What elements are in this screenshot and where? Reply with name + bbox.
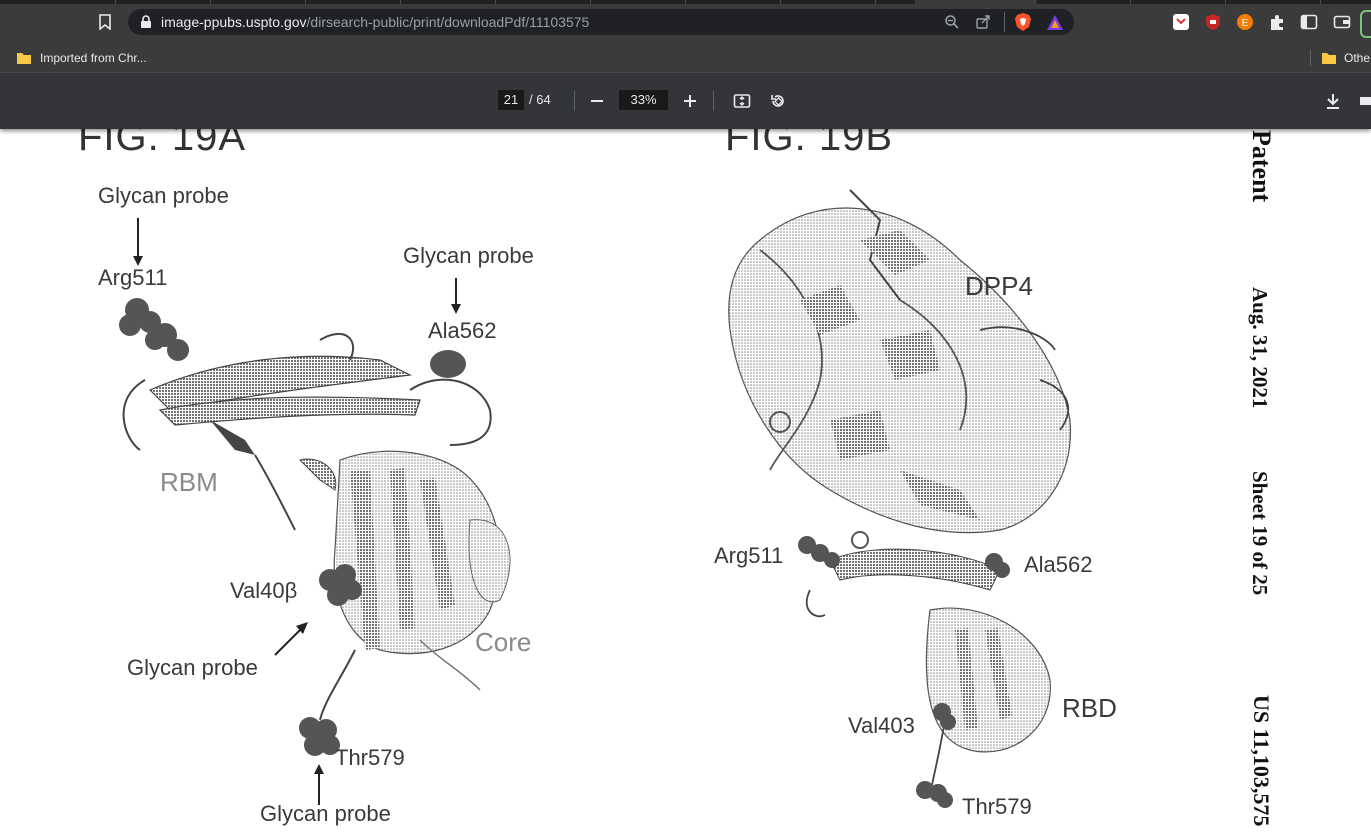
fig-19a-title: FIG. 19A [78,129,247,159]
pdf-toolbar: 21 / 64 33% [0,73,1371,129]
fig19a-arg511-label: Arg511 [98,265,168,290]
print-icon[interactable] [1360,93,1371,109]
zoom-level-input[interactable]: 33% [619,90,668,110]
page-number-input[interactable]: 21 [498,90,524,110]
fig19b-dpp4-label: DPP4 [965,271,1033,301]
browser-toolbar: image-ppubs.uspto.gov/dirsearch-public/p… [0,0,1371,44]
download-icon[interactable] [1325,92,1341,110]
fig19b-arg511-label: Arg511 [714,543,784,568]
zoom-out-icon[interactable] [589,93,605,109]
sidebar-toggle-icon[interactable] [1300,13,1318,31]
toolbar-divider [574,91,575,111]
margin-sheet: Sheet 19 of 25 [1248,471,1272,596]
wallet-icon[interactable] [1333,13,1351,31]
fig19a-glycan-probe-label: Glycan probe [98,183,229,208]
brave-shield-icon[interactable] [1014,13,1032,32]
bookmarks-bar: Imported from Chr... Othe [0,44,1371,73]
tab-strip[interactable] [0,0,1371,4]
fig19a-thr579-label: Thr579 [335,745,405,770]
lock-icon[interactable] [140,15,152,29]
fig-19b-title: FIG. 19B [725,129,894,159]
fig19b-thr579-label: Thr579 [962,794,1032,819]
extensions-puzzle-icon[interactable] [1268,13,1286,31]
margin-patent-number: US 11,103,575 [1249,695,1274,827]
brave-rewards-icon[interactable] [1046,14,1064,31]
fig19b-ala562-label: Ala562 [1024,552,1093,577]
fig19a-core-label: Core [475,627,532,657]
fig19a-glycan-probe-label: Glycan probe [403,243,534,268]
bookmark-star-icon[interactable] [98,14,112,30]
margin-patent: Patent [1247,130,1276,203]
bookmark-imported-folder[interactable]: Imported from Chr... [40,51,147,65]
bookmark-other-folder[interactable]: Othe [1344,51,1370,65]
profile-avatar[interactable] [1360,10,1371,38]
extension-pocket-icon[interactable] [1172,13,1190,31]
share-icon[interactable] [975,14,991,30]
fig19a-val40-label: Val40β [230,578,298,603]
fig19a-ala562-label: Ala562 [428,318,497,343]
fig19a-glycan-probe-label: Glycan probe [260,801,391,826]
url-host: image-ppubs.uspto.gov [161,14,307,30]
rotate-icon[interactable] [769,92,787,110]
fig19b-val403-label: Val403 [848,713,915,738]
address-bar[interactable]: image-ppubs.uspto.gov/dirsearch-public/p… [128,9,1074,35]
pdf-page: FIG. 19A Glycan probe Arg511 Glycan prob… [0,129,1371,836]
zoom-in-icon[interactable] [682,93,698,109]
svg-text:E: E [1242,18,1249,29]
page-total: / 64 [529,92,551,107]
fig19b-rbd-label: RBD [1062,693,1117,723]
toolbar-divider [713,91,714,111]
folder-icon[interactable] [1321,51,1337,65]
fig19a-glycan-probe-label: Glycan probe [127,655,258,680]
extension-orange-icon[interactable]: E [1236,13,1254,31]
folder-icon[interactable] [16,51,32,65]
fit-to-page-icon[interactable] [733,92,751,110]
fig19a-rbm-label: RBM [160,467,218,497]
margin-date: Aug. 31, 2021 [1248,287,1272,409]
zoom-magnifier-icon[interactable] [944,14,960,30]
extension-ublock-icon[interactable] [1204,13,1222,31]
url-path: /dirsearch-public/print/downloadPdf/1110… [306,14,590,30]
url-text[interactable]: image-ppubs.uspto.gov/dirsearch-public/p… [161,14,589,30]
fig19a-protein-structure [119,298,511,756]
